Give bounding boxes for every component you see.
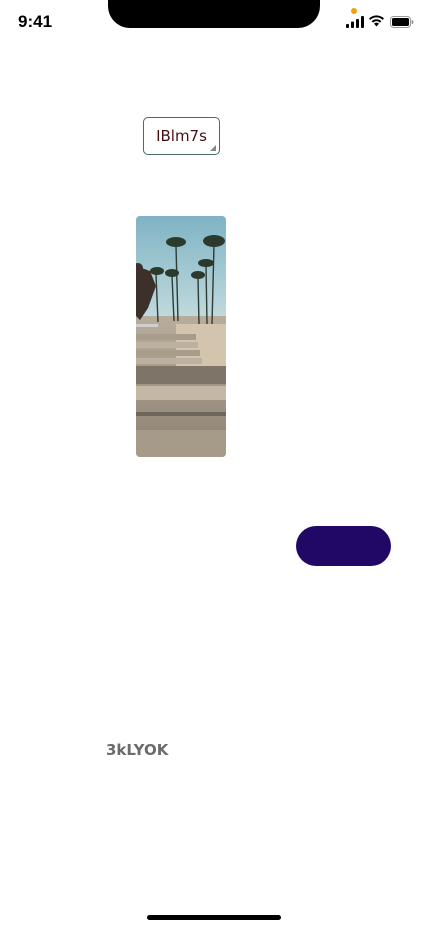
primary-pill-button[interactable] (296, 526, 391, 566)
status-bar: 9:41 (0, 0, 428, 44)
skateboard-photo (136, 216, 226, 457)
photo-skateboarder-icon (136, 216, 226, 457)
device-notch (108, 0, 320, 28)
select-dropdown[interactable]: IBlm7s (143, 117, 220, 155)
wifi-icon (369, 15, 384, 27)
dropdown-selected-value: IBlm7s (156, 127, 207, 145)
status-time: 9:41 (18, 12, 53, 31)
bottom-label: 3kLYOK (106, 741, 169, 759)
battery-icon (390, 16, 414, 28)
privacy-indicator-dot (351, 8, 357, 14)
signal-icon (346, 16, 364, 28)
home-indicator[interactable] (147, 915, 281, 920)
resize-handle-icon (210, 145, 216, 151)
